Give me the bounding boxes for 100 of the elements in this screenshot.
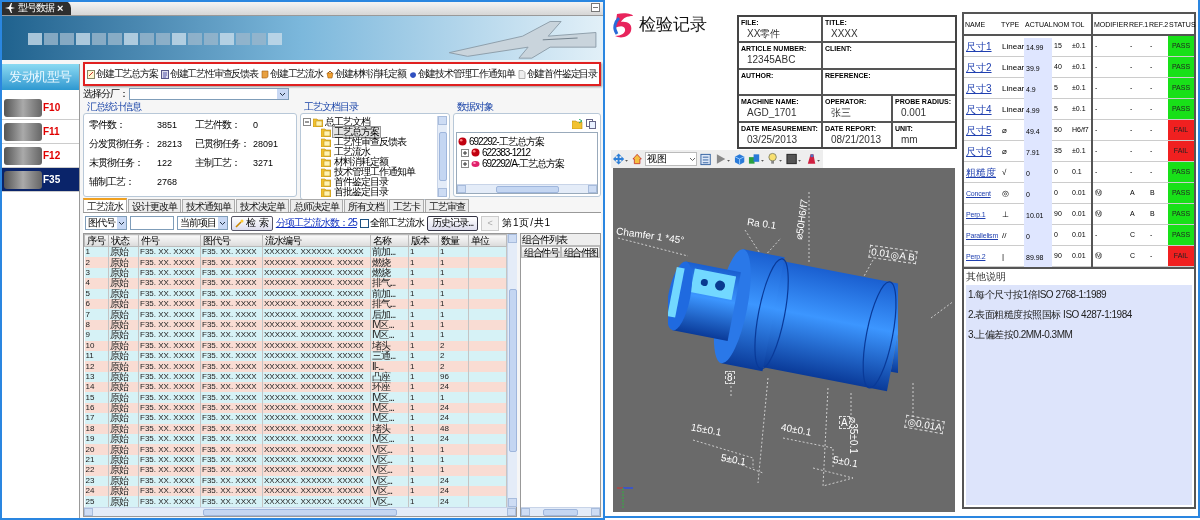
sidebar-item[interactable]: F12 — [2, 144, 79, 168]
table-cell-text: 原始 — [110, 382, 130, 393]
tab[interactable]: 总师决定单 — [290, 199, 343, 212]
tree-item[interactable]: 622383-1212 — [482, 147, 530, 158]
table-cell-text: ⌀ — [1001, 145, 1008, 158]
table-cell-text: 1 — [410, 413, 416, 424]
toolbar-button[interactable]: 创建材料消耗定额 — [326, 68, 406, 80]
field-select[interactable]: 图代号 — [85, 216, 127, 230]
stat-label: 主制工艺： — [195, 157, 241, 169]
table-cell-text: F35. XX. XXXX — [202, 434, 258, 445]
toolbar-button[interactable]: 创建工艺总方案 — [87, 68, 158, 80]
tab[interactable]: 工艺流水 — [83, 198, 127, 212]
table-cell-text: 原始 — [110, 257, 130, 268]
tree-item[interactable]: 工艺流水 — [333, 147, 371, 157]
feature-link[interactable]: 粗糙度 — [964, 162, 1000, 183]
search-button[interactable]: 检 索 — [231, 215, 273, 231]
tree-item[interactable]: 首批鉴定目录 — [333, 187, 389, 197]
table-cell-text: Linear — [1001, 103, 1024, 116]
field-value: AGD_1701 — [746, 107, 798, 120]
table-cell-text: F35. XX. XXXX — [202, 382, 258, 393]
column-header[interactable]: 图代号 — [200, 234, 263, 247]
column-header[interactable]: 名称 — [370, 234, 409, 247]
column-header[interactable]: 单位 — [468, 234, 507, 247]
sidebar-item[interactable]: F35 — [2, 168, 79, 192]
column-header[interactable]: 组合件图 — [560, 246, 600, 258]
document-tab[interactable]: 型号数据 × — [2, 2, 72, 15]
toolbar-button[interactable]: 创建工艺流水 — [261, 68, 323, 80]
sidebar-item[interactable]: F11 — [2, 120, 79, 144]
stat-value: 3851 — [157, 119, 179, 131]
table-cell-text: F35. XX. XXXX — [140, 257, 196, 268]
tree-item[interactable]: 技术管理工作通知单 — [333, 167, 416, 177]
table-cell-text: 燃烧 — [372, 268, 392, 278]
toolbar-button[interactable]: 创建技术管理工作通知单 — [408, 68, 515, 80]
view-select[interactable]: 视图 — [645, 152, 698, 166]
feature-link[interactable]: 尺寸5 — [964, 120, 1000, 141]
table-cell-text: 22 — [85, 465, 96, 476]
column-header[interactable]: 序号 — [84, 234, 109, 247]
table-cell-text: | — [1001, 250, 1006, 263]
table-cell-text: F35. XX. XXXX — [140, 434, 196, 445]
column-header[interactable]: 状态 — [108, 234, 139, 247]
table-cell-text: XXXXXX. XXXXXX. XXXXX — [264, 351, 365, 362]
feature-link[interactable]: 尺寸6 — [964, 141, 1000, 162]
panel-title: 组合件列表 — [521, 234, 600, 246]
column-header[interactable]: 数量 — [438, 234, 469, 247]
feature-link[interactable]: 尺寸1 — [964, 36, 1000, 57]
column-header[interactable]: 组合件号 — [521, 246, 561, 258]
table-cell-text: F35. XX. XXXX — [140, 496, 196, 507]
column-header[interactable]: 件号 — [138, 234, 201, 247]
tree-item[interactable]: 总工艺文档 — [325, 117, 370, 127]
table-cell-text: 1 — [410, 288, 416, 299]
record-count-link[interactable]: 分项工艺流水数：25 — [275, 217, 357, 229]
tree-item[interactable]: 材料消耗定额 — [333, 157, 389, 167]
toolbar-button[interactable]: 创建工艺性审查反馈表 — [160, 68, 258, 80]
table-cell-text: 原始 — [110, 413, 130, 424]
table-cell-text: 1 — [410, 268, 416, 278]
table-cell-text: XXXXXX. XXXXXX. XXXXX — [264, 382, 365, 393]
column-header[interactable]: 版本 — [408, 234, 439, 247]
table-cell-text: 1 — [440, 288, 446, 299]
table-cell-text: XXXXXX. XXXXXX. XXXXX — [264, 444, 365, 455]
scope-select[interactable]: 当前项目 — [177, 216, 228, 230]
table-cell-text: F35. XX. XXXX — [202, 496, 258, 507]
tree-item[interactable]: 首件鉴定目录 — [333, 177, 389, 187]
table-cell-text: 24 — [440, 475, 450, 486]
tab[interactable]: 设计更改单 — [128, 199, 181, 212]
tab[interactable]: 工艺卡 — [389, 199, 424, 212]
sidebar-item[interactable]: F10 — [2, 96, 79, 120]
tab[interactable]: 所有文档 — [344, 199, 388, 212]
table-cell-text: 15 — [85, 392, 96, 403]
tab[interactable]: 工艺审查 — [425, 199, 469, 212]
table-cell-text: IV区... — [372, 434, 395, 445]
table-cell-text: 1 — [85, 247, 91, 258]
tree-item[interactable]: 工艺总方案 — [333, 127, 380, 137]
feature-link[interactable]: 尺寸3 — [964, 78, 1000, 99]
table-cell-text: XXXXXX. XXXXXX. XXXXX — [264, 330, 365, 341]
tab[interactable]: 技术通知单 — [182, 199, 235, 212]
table-cell-text: XXXXXX. XXXXXX. XXXXX — [264, 475, 365, 486]
table-cell-text: 24 — [440, 382, 450, 393]
feature-link[interactable]: 尺寸2 — [964, 57, 1000, 78]
table-cell-text: 原始 — [110, 465, 130, 476]
tree-item[interactable]: 692292/A-工艺总方案 — [482, 158, 565, 169]
table-cell-text: F35. XX. XXXX — [202, 465, 258, 476]
history-button[interactable]: 历史记录... — [426, 215, 479, 231]
table-cell-text: 1 — [410, 371, 416, 382]
tree-item[interactable]: 工艺性审查反馈表 — [333, 137, 407, 147]
table-cell-text: XXXXXX. XXXXXX. XXXXX — [264, 403, 365, 414]
stat-value: 28213 — [157, 138, 184, 150]
feature-link[interactable]: 尺寸4 — [964, 99, 1000, 120]
table-cell-text: XXXXXX. XXXXXX. XXXXX — [264, 486, 365, 497]
table-cell-text: Linear — [1001, 40, 1024, 53]
table-cell-text: F35. XX. XXXX — [140, 465, 196, 476]
table-cell-text: F35. XX. XXXX — [140, 423, 196, 434]
table-cell-text: F35. XX. XXXX — [202, 340, 258, 351]
close-button[interactable]: × — [57, 2, 64, 14]
tab[interactable]: 技术决定单 — [236, 199, 289, 212]
column-header[interactable]: 流水编号 — [262, 234, 371, 247]
table-cell-text: 1 — [410, 361, 416, 372]
table-cell-text: 24 — [440, 486, 450, 497]
tree-item[interactable]: 692292-工艺总方案 — [469, 136, 544, 147]
toolbar-button[interactable]: 创建首件鉴定目录 — [517, 68, 597, 80]
table-cell-text: ⊥ — [1001, 208, 1010, 221]
